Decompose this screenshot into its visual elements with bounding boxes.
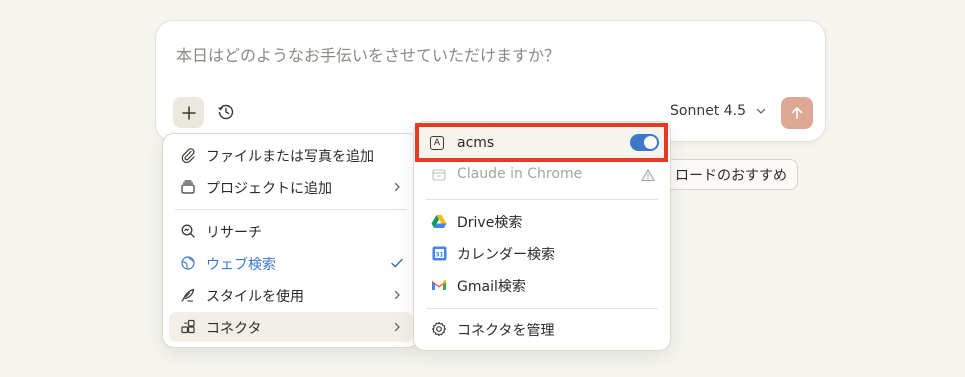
plus-icon xyxy=(181,105,196,120)
clock-history-icon xyxy=(218,104,234,120)
suggestion-label: ロードのおすすめ xyxy=(675,167,787,184)
menu-item-calendar-search[interactable]: 31 カレンダー検索 xyxy=(420,238,664,268)
model-selector[interactable]: Sonnet 4.5 xyxy=(670,103,767,119)
attachment-menu: ファイルまたは写真を追加 プロジェクトに追加 リサーチ ウェブ検索 スタイルを使… xyxy=(162,133,420,348)
add-button[interactable] xyxy=(173,97,204,128)
acms-icon: A xyxy=(430,136,444,150)
toggle-knob xyxy=(644,136,657,149)
menu-item-label: プロジェクトに追加 xyxy=(206,181,332,197)
gmail-icon xyxy=(430,276,448,294)
menu-item-claude-in-chrome: Claude in Chrome xyxy=(420,160,664,190)
menu-item-manage-connectors[interactable]: コネクタを管理 xyxy=(420,314,664,344)
project-icon xyxy=(179,178,197,196)
svg-text:31: 31 xyxy=(435,251,443,258)
menu-item-label: Gmail検索 xyxy=(457,279,526,295)
warning-icon xyxy=(640,167,656,183)
menu-item-label: ウェブ検索 xyxy=(206,257,276,273)
chrome-extension-icon xyxy=(430,166,448,184)
chevron-right-icon xyxy=(389,319,405,335)
feather-icon xyxy=(179,286,197,304)
menu-item-label: acms xyxy=(457,135,495,151)
menu-item-label: Drive検索 xyxy=(457,215,523,231)
message-input[interactable]: 本日はどのようなお手伝いをさせていただけますか？ xyxy=(176,42,560,66)
paperclip-icon xyxy=(179,146,197,164)
menu-divider xyxy=(426,199,658,200)
menu-divider xyxy=(175,209,407,210)
chevron-right-icon xyxy=(389,287,405,303)
research-icon xyxy=(179,222,197,240)
model-label: Sonnet 4.5 xyxy=(670,103,747,119)
chevron-down-icon xyxy=(756,108,766,114)
menu-item-add-file[interactable]: ファイルまたは写真を追加 xyxy=(169,140,413,170)
menu-item-use-style[interactable]: スタイルを使用 xyxy=(169,280,413,310)
menu-item-acms[interactable]: A acms xyxy=(415,123,668,162)
menu-item-label: コネクタを管理 xyxy=(457,323,555,339)
menu-item-label: カレンダー検索 xyxy=(457,247,555,263)
suggestion-chip[interactable]: ロードのおすすめ xyxy=(662,159,798,190)
menu-item-label: リサーチ xyxy=(206,225,262,241)
menu-item-connectors[interactable]: コネクタ xyxy=(169,312,413,342)
menu-divider xyxy=(426,308,658,309)
menu-item-label: コネクタ xyxy=(206,321,262,337)
history-button[interactable] xyxy=(214,100,238,124)
google-drive-icon xyxy=(430,212,448,230)
connector-icon xyxy=(179,318,197,336)
google-calendar-icon: 31 xyxy=(430,244,448,262)
menu-item-research[interactable]: リサーチ xyxy=(169,216,413,246)
acms-toggle[interactable] xyxy=(630,134,659,151)
menu-item-label: スタイルを使用 xyxy=(206,289,304,305)
menu-item-gmail-search[interactable]: Gmail検索 xyxy=(420,270,664,300)
menu-item-add-project[interactable]: プロジェクトに追加 xyxy=(169,172,413,202)
chevron-right-icon xyxy=(389,179,405,195)
globe-icon xyxy=(179,254,197,272)
gear-icon xyxy=(430,320,448,338)
send-button[interactable] xyxy=(781,97,813,129)
check-icon xyxy=(389,255,405,271)
menu-item-web-search[interactable]: ウェブ検索 xyxy=(169,248,413,278)
menu-item-label: Claude in Chrome xyxy=(457,166,583,182)
arrow-up-icon xyxy=(791,107,803,119)
menu-item-label: ファイルまたは写真を追加 xyxy=(206,149,374,165)
menu-item-drive-search[interactable]: Drive検索 xyxy=(420,206,664,236)
